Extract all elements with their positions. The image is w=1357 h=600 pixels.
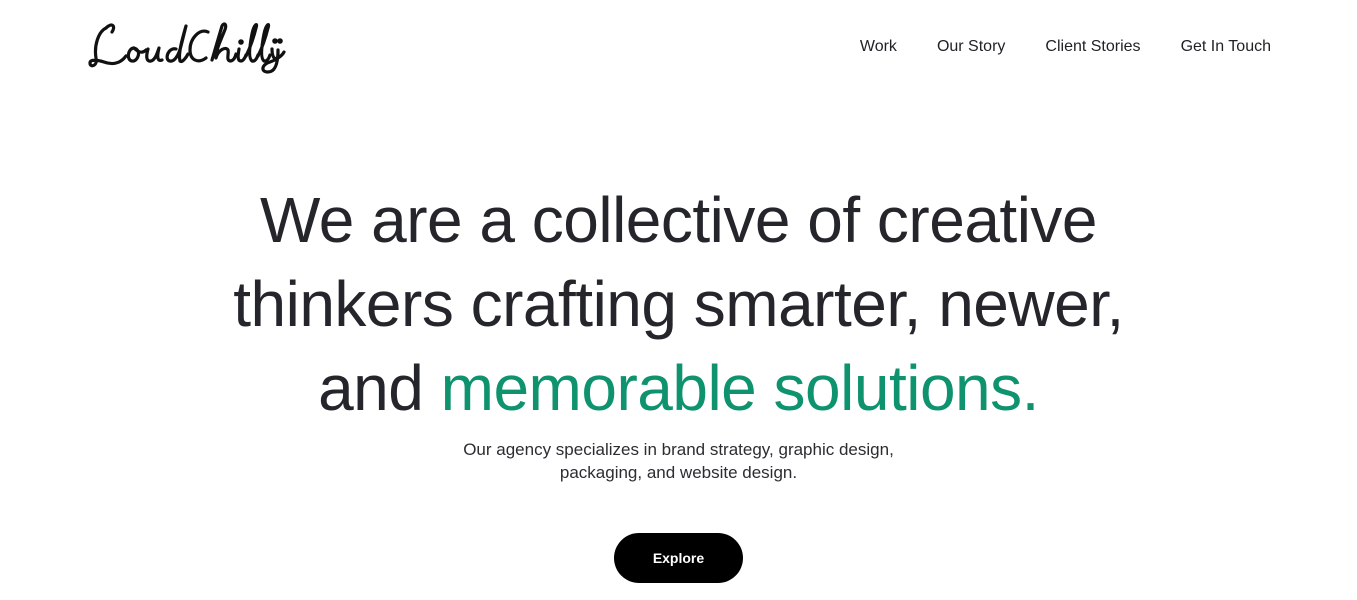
nav-item-our-story[interactable]: Our Story (937, 37, 1005, 57)
nav-item-get-in-touch[interactable]: Get In Touch (1181, 37, 1271, 57)
headline-line-3: and memorable solutions. (0, 346, 1357, 430)
nav-item-work[interactable]: Work (860, 37, 897, 57)
main-nav: Work Our Story Client Stories Get In Tou… (820, 37, 1271, 57)
description-line-1: Our agency specializes in brand strategy… (463, 440, 894, 459)
headline-line-2: thinkers crafting smarter, newer, (233, 268, 1124, 340)
description-line-2: packaging, and website design. (559, 463, 798, 482)
headline-line-1: We are a collective of creative (259, 184, 1098, 256)
headline-plain-text: and (318, 352, 441, 424)
headline-accent-text: memorable solutions. (440, 352, 1040, 424)
nav-item-client-stories[interactable]: Client Stories (1045, 37, 1140, 57)
brand-logo[interactable] (86, 18, 288, 74)
hero-section: We are a collective of creative thinkers… (0, 178, 1357, 430)
hero-description: Our agency specializes in brand strategy… (0, 438, 1357, 484)
hero-headline: We are a collective of creative thinkers… (0, 178, 1357, 430)
explore-button[interactable]: Explore (614, 533, 743, 583)
site-header: Work Our Story Client Stories Get In Tou… (0, 0, 1357, 95)
logo-wordmark-icon (88, 22, 286, 74)
